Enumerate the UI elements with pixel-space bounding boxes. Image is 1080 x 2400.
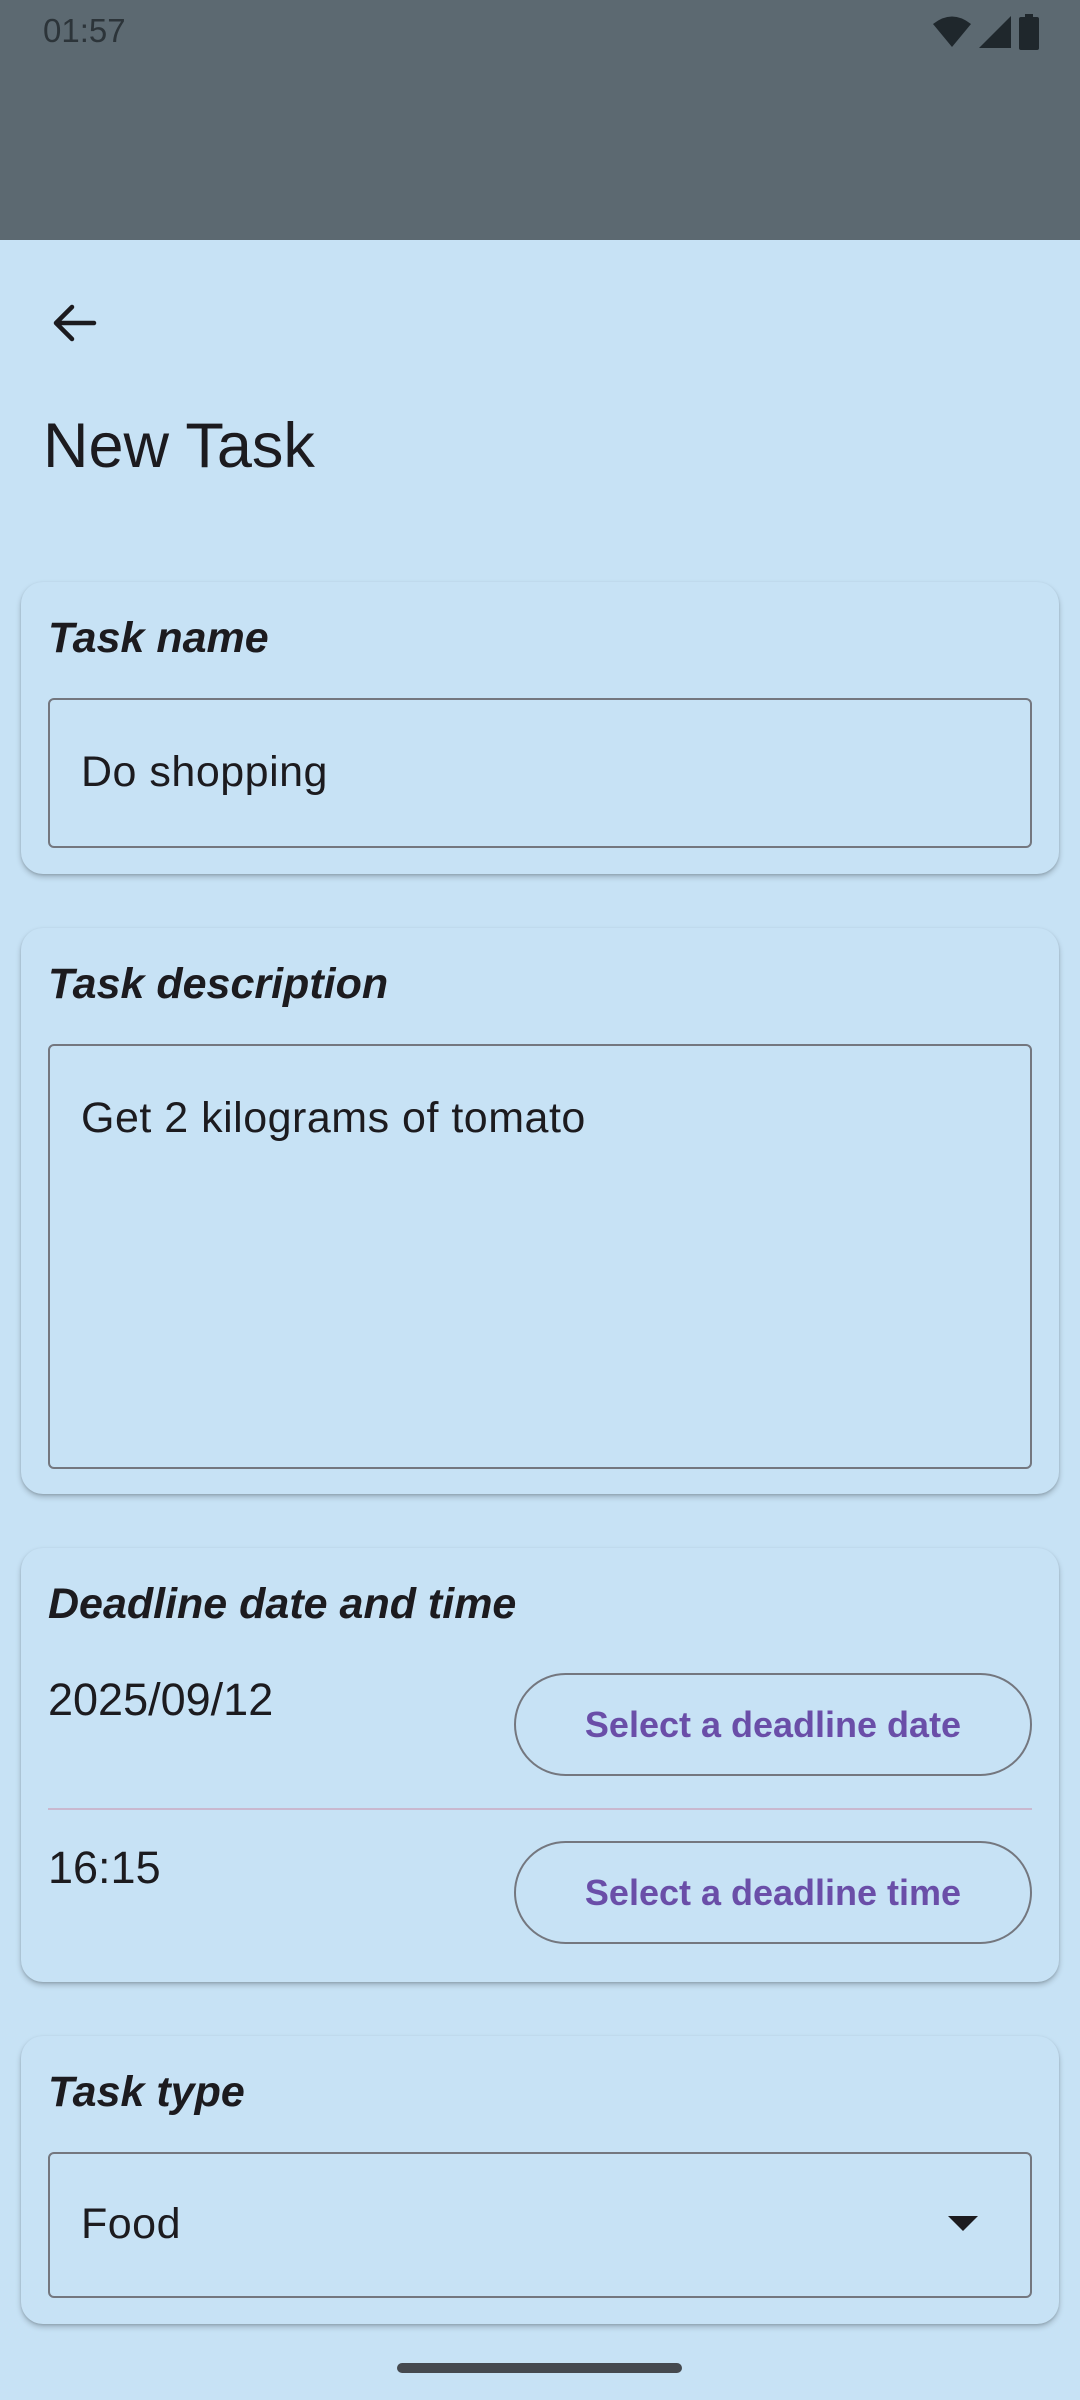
deadline-label: Deadline date and time (48, 1580, 517, 1628)
task-description-label: Task description (48, 960, 389, 1008)
task-name-label: Task name (48, 614, 269, 662)
task-description-card: Task description Get 2 kilograms of toma… (21, 928, 1059, 1494)
select-deadline-date-button[interactable]: Select a deadline date (514, 1673, 1032, 1776)
select-deadline-time-button[interactable]: Select a deadline time (514, 1841, 1032, 1944)
task-name-input[interactable]: Do shopping (48, 698, 1032, 848)
back-button[interactable] (34, 285, 114, 365)
task-type-value: Food (81, 2200, 182, 2248)
battery-icon (1018, 14, 1040, 50)
select-deadline-date-label: Select a deadline date (584, 1703, 962, 1745)
task-name-card: Task name Do shopping (21, 582, 1059, 874)
status-icons (932, 14, 1040, 50)
dropdown-arrow-icon (948, 2216, 978, 2231)
signal-icon (978, 15, 1012, 49)
task-type-dropdown[interactable]: Food (48, 2152, 1032, 2298)
page-title: New Task (43, 411, 315, 481)
task-type-card: Task type Food (21, 2036, 1059, 2324)
deadline-card: Deadline date and time 2025/09/12 Select… (21, 1548, 1059, 1982)
arrow-back-icon (50, 299, 98, 352)
wifi-icon (932, 15, 972, 49)
task-name-value: Do shopping (81, 748, 328, 796)
select-deadline-time-label: Select a deadline time (584, 1871, 962, 1913)
deadline-divider (48, 1808, 1032, 1810)
status-bar: 01:57 (0, 0, 1080, 240)
task-description-value: Get 2 kilograms of tomato (81, 1094, 586, 1142)
deadline-time-value: 16:15 (48, 1842, 161, 1893)
task-description-input[interactable]: Get 2 kilograms of tomato (48, 1044, 1032, 1469)
task-type-label: Task type (48, 2068, 245, 2116)
gesture-nav-handle[interactable] (397, 2363, 682, 2373)
deadline-date-value: 2025/09/12 (48, 1674, 274, 1725)
status-time: 01:57 (43, 12, 126, 49)
